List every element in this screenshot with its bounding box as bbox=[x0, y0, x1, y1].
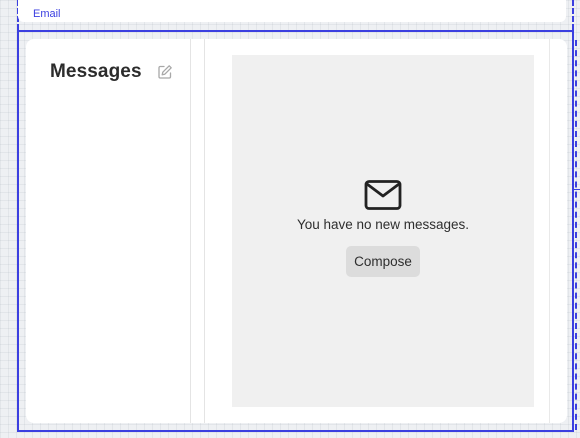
frame-guide-right bbox=[572, 30, 574, 432]
frame-guide-right-outer bbox=[575, 40, 577, 430]
sidebar-title: Messages bbox=[50, 61, 142, 82]
pencil-square-icon bbox=[158, 65, 172, 79]
frame-guide-right-dashed bbox=[572, 0, 574, 30]
frame-guide-left bbox=[17, 30, 19, 432]
frame-guide-top bbox=[17, 30, 574, 32]
empty-state: You have no new messages. Compose bbox=[232, 179, 534, 277]
envelope-icon bbox=[364, 180, 402, 210]
column-divider bbox=[204, 39, 205, 423]
frame-label[interactable]: Email bbox=[32, 7, 62, 21]
empty-message: You have no new messages. bbox=[296, 217, 470, 232]
message-view: You have no new messages. Compose bbox=[232, 55, 534, 407]
sidebar-header: Messages bbox=[50, 59, 174, 85]
sidebar: Messages bbox=[26, 39, 191, 423]
top-card bbox=[18, 0, 566, 22]
frame-guide-tick bbox=[574, 189, 580, 190]
frame-guide-bottom bbox=[17, 430, 574, 432]
right-divider bbox=[549, 39, 550, 423]
compose-button[interactable]: Compose bbox=[346, 246, 420, 277]
email-app-card: Messages You have no new messages. Compo… bbox=[26, 39, 567, 423]
new-message-button[interactable] bbox=[156, 63, 174, 81]
